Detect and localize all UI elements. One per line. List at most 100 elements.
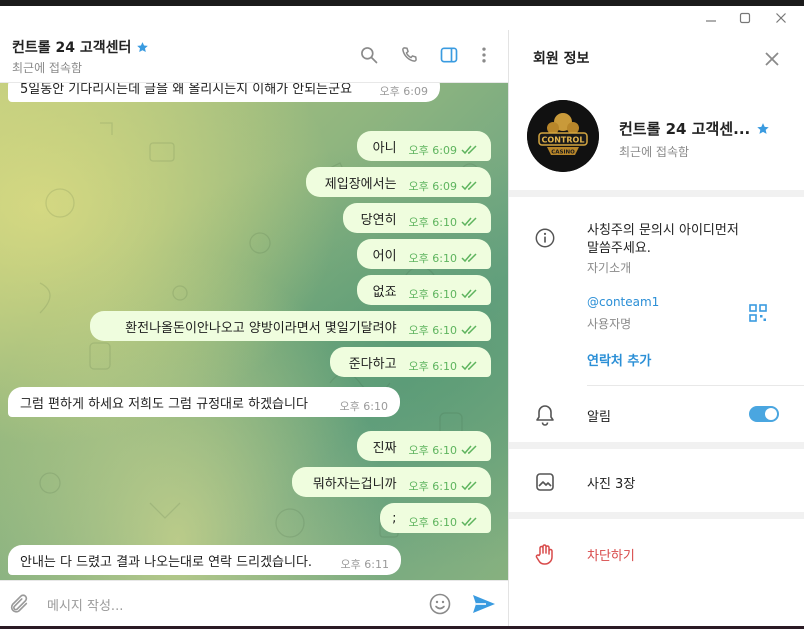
bio-line-1: 사칭주의 문의시 아이디먼저 — [587, 223, 739, 238]
notifications-toggle[interactable] — [749, 406, 779, 422]
hand-block-icon — [533, 542, 557, 566]
double-check-icon — [461, 253, 477, 263]
phone-icon — [402, 47, 417, 62]
outgoing-message[interactable]: 제입장에서는 오후 6:09 — [306, 167, 491, 197]
message-text: 당연히 — [360, 212, 397, 228]
casino-logo-icon: CONTROL CASINO — [527, 100, 599, 172]
double-check-icon — [461, 517, 477, 527]
bio-label: 자기소개 — [587, 261, 632, 275]
paperclip-icon — [10, 594, 28, 613]
double-check-icon — [461, 325, 477, 335]
emoji-button[interactable] — [428, 592, 452, 616]
message-text: 뭐하자는겁니까 — [312, 476, 397, 492]
panel-title: 회원 정보 — [533, 51, 590, 67]
bio-line-2: 말씀주세요. — [587, 241, 651, 256]
qr-code-button[interactable] — [746, 301, 770, 325]
section-separator — [509, 442, 804, 449]
message-time: 오후 6:10 — [408, 216, 457, 229]
attach-button[interactable] — [8, 593, 30, 615]
more-menu-button[interactable] — [473, 44, 495, 66]
minimize-icon — [706, 20, 716, 22]
outgoing-message[interactable]: 없죠 오후 6:10 — [357, 275, 491, 305]
message-text: 환전나올돈이안나오고 양방이라면서 몇일기달려야 — [125, 320, 397, 336]
chat-title[interactable]: 컨트롤 24 고객센터 — [12, 37, 149, 57]
toggle-knob — [765, 408, 777, 420]
profile-name-text: 컨트롤 24 고객센... — [619, 120, 751, 138]
message-text: 아니 — [372, 140, 397, 156]
more-vertical-icon — [482, 47, 486, 63]
search-button[interactable] — [358, 44, 380, 66]
sidebar-panel-icon — [440, 47, 458, 63]
message-time: 오후 6:09 — [408, 180, 457, 193]
double-check-icon — [461, 181, 477, 191]
divider-line — [587, 385, 804, 386]
outgoing-message[interactable]: 뭐하자는겁니까 오후 6:10 — [292, 467, 491, 497]
send-button[interactable] — [471, 592, 497, 616]
close-icon — [776, 13, 786, 23]
message-text: 5일동안 기다리시는데 글을 왜 올리시는지 이해가 안되는군요 — [20, 83, 353, 97]
message-text: 안내는 다 드렸고 결과 나오는대로 연락 드리겠습니다. — [20, 554, 313, 570]
minimize-button[interactable] — [696, 8, 726, 28]
chat-title-text: 컨트롤 24 고객센터 — [12, 40, 132, 56]
double-check-icon — [461, 361, 477, 371]
outgoing-message[interactable]: 당연히 오후 6:10 — [343, 203, 491, 233]
username-label: 사용자명 — [587, 317, 632, 331]
message-input[interactable]: 메시지 작성... — [47, 595, 123, 614]
bell-icon — [533, 403, 557, 427]
incoming-message[interactable]: 그럼 편하게 하세요 저희도 그럼 규정대로 하겠습니다 오후 6:10 — [8, 387, 400, 417]
double-check-icon — [461, 289, 477, 299]
search-icon — [361, 47, 378, 64]
message-time: 오후 6:10 — [339, 400, 388, 413]
toggle-sidebar-button[interactable] — [438, 44, 460, 66]
block-user-button[interactable]: 차단하기 — [587, 545, 635, 564]
message-text: 없죠 — [372, 284, 397, 300]
window-close-button[interactable] — [766, 8, 796, 28]
avatar[interactable]: CONTROL CASINO — [527, 100, 599, 172]
outgoing-message[interactable]: ; 오후 6:10 — [380, 503, 491, 533]
outgoing-message[interactable]: 진짜 오후 6:10 — [357, 431, 491, 461]
message-time: 오후 6:11 — [340, 558, 389, 571]
message-text: 어이 — [372, 248, 397, 264]
incoming-message[interactable]: 안내는 다 드렸고 결과 나오는대로 연락 드리겠습니다. 오후 6:11 — [8, 545, 401, 575]
double-check-icon — [461, 481, 477, 491]
chat-header[interactable]: 컨트롤 24 고객센터 최근에 접속함 — [0, 30, 508, 83]
chat-messages-area[interactable]: 5일동안 기다리시는데 글을 왜 올리시는지 이해가 안되는군요 오후 6:09 아… — [0, 83, 508, 580]
outgoing-message[interactable]: 어이 오후 6:10 — [357, 239, 491, 269]
message-text: 진짜 — [372, 440, 397, 456]
double-check-icon — [461, 217, 477, 227]
double-check-icon — [461, 145, 477, 155]
add-contact-button[interactable]: 연락처 추가 — [587, 350, 651, 369]
message-time: 오후 6:09 — [408, 144, 457, 157]
profile-name: 컨트롤 24 고객센... — [619, 118, 770, 139]
message-time: 오후 6:10 — [408, 480, 457, 493]
message-input-bar: 메시지 작성... — [0, 580, 508, 626]
qr-code-icon — [749, 304, 767, 322]
verified-star-icon — [757, 122, 769, 134]
double-check-icon — [461, 445, 477, 455]
avatar-text-line2: CASINO — [551, 150, 575, 156]
photos-item[interactable]: 사진 3장 — [587, 473, 635, 492]
info-icon — [533, 226, 557, 250]
close-icon — [765, 52, 779, 66]
message-text: ; — [392, 510, 397, 526]
avatar-text-line1: CONTROL — [542, 136, 585, 145]
call-button[interactable] — [398, 44, 420, 66]
message-time: 오후 6:10 — [408, 252, 457, 265]
message-text: 그럼 편하게 하세요 저희도 그럼 규정대로 하겠습니다 — [20, 396, 308, 412]
panel-close-button[interactable] — [763, 50, 783, 70]
outgoing-message[interactable]: 준다하고 오후 6:10 — [330, 347, 491, 377]
profile-panel: 회원 정보 CONTROL CASINO 컨트롤 24 고객센... 최근에 접… — [509, 30, 804, 626]
message-time: 오후 6:10 — [408, 444, 457, 457]
message-text: 준다하고 — [348, 356, 397, 372]
outgoing-message[interactable]: 아니 오후 6:09 — [357, 131, 491, 161]
photo-icon — [533, 470, 557, 494]
section-separator — [509, 190, 804, 197]
incoming-message[interactable]: 5일동안 기다리시는데 글을 왜 올리시는지 이해가 안되는군요 오후 6:09 — [8, 83, 440, 102]
username-link[interactable]: @conteam1 — [587, 295, 659, 309]
profile-status: 최근에 접속함 — [619, 145, 690, 159]
message-time: 오후 6:10 — [408, 516, 457, 529]
message-time: 오후 6:10 — [408, 324, 457, 337]
message-time: 오후 6:09 — [379, 85, 428, 98]
outgoing-message[interactable]: 환전나올돈이안나오고 양방이라면서 몇일기달려야 오후 6:10 — [90, 311, 491, 341]
maximize-button[interactable] — [730, 8, 760, 28]
